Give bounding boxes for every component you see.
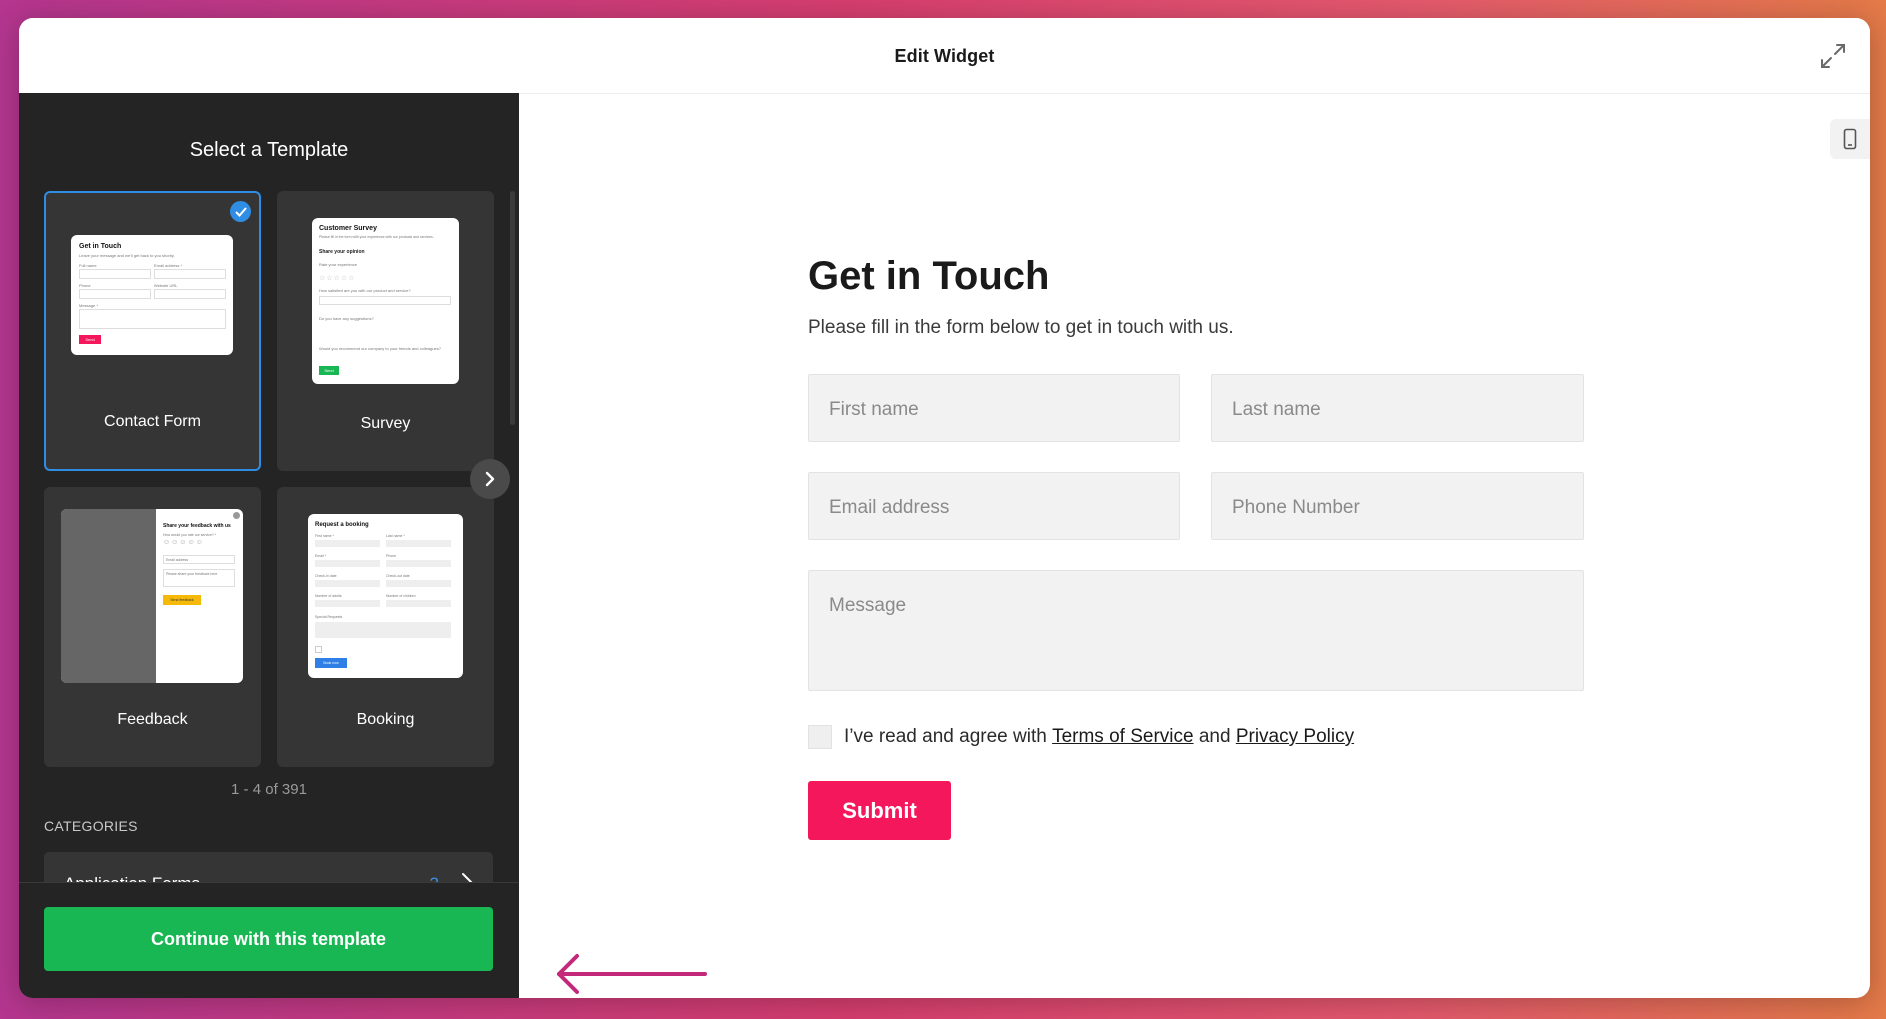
first-name-field[interactable]: First name — [808, 374, 1180, 442]
thumb-title: Customer Survey — [319, 225, 377, 232]
thumb-title: Request a booking — [315, 522, 369, 528]
privacy-policy-link[interactable]: Privacy Policy — [1236, 726, 1354, 748]
chevron-right-icon — [485, 471, 495, 487]
close-icon — [233, 512, 240, 519]
phone-placeholder: Phone Number — [1232, 497, 1360, 518]
template-thumbnail: Customer Survey Please fill in the form … — [312, 218, 459, 384]
template-scrollbar[interactable] — [510, 191, 515, 425]
checkmark-icon — [230, 201, 251, 222]
template-card-booking[interactable]: Request a booking First name * Last name… — [277, 487, 494, 767]
thumb-image — [61, 509, 156, 683]
window-title: Edit Widget — [894, 46, 995, 66]
thumb-field-label: Special Requests — [315, 615, 343, 619]
sidebar-footer: Continue with this template — [19, 882, 519, 998]
form-preview: Get in Touch Please fill in the form bel… — [808, 254, 1584, 339]
thumb-question: Rate your experience — [319, 262, 358, 267]
thumb-question: Do you have any suggestions? — [319, 316, 374, 321]
form-subtitle: Please fill in the form below to get in … — [808, 317, 1234, 338]
thumb-field-label: First name * — [315, 534, 334, 538]
thumb-title: Get in Touch — [79, 243, 122, 250]
email-placeholder: Email address — [829, 497, 950, 518]
thumb-field-label: Number of adults — [315, 594, 342, 598]
thumb-button: Book now — [315, 658, 347, 668]
template-label: Contact Form — [104, 413, 201, 430]
template-card-contact-form[interactable]: Get in Touch Leave your message and we'l… — [44, 191, 261, 471]
thumb-field: Please share your feedback here — [163, 569, 235, 587]
first-name-placeholder: First name — [829, 399, 919, 420]
thumb-field-label: Email address * — [154, 263, 183, 268]
edit-widget-window: Edit Widget Select a Template Get in Tou… — [19, 18, 1870, 998]
terms-checkbox[interactable] — [808, 725, 832, 749]
thumb-button: Send — [319, 366, 339, 375]
thumb-field-label: Phone — [79, 283, 91, 288]
thumb-subtitle: Leave your message and we'll get back to… — [79, 253, 175, 258]
template-thumbnail: Request a booking First name * Last name… — [308, 514, 463, 678]
thumb-field-label: Number of children — [386, 594, 416, 598]
thumb-field-label: Full name — [79, 263, 97, 268]
terms-agreement: I’ve read and agree with Terms of Servic… — [808, 725, 1354, 749]
panel-title: Select a Template — [189, 139, 349, 161]
last-name-placeholder: Last name — [1232, 399, 1321, 420]
agree-and-text: and — [1198, 726, 1231, 747]
expand-icon[interactable] — [1818, 41, 1848, 71]
mobile-device-icon — [1843, 128, 1857, 150]
thumb-question: How satisfied are you with our product a… — [319, 288, 411, 293]
template-thumbnail: Get in Touch Leave your message and we'l… — [71, 235, 233, 355]
email-field[interactable]: Email address — [808, 472, 1180, 540]
thumb-button: Send — [79, 335, 101, 344]
mobile-preview-button[interactable] — [1830, 119, 1870, 159]
submit-button[interactable]: Submit — [808, 781, 951, 840]
thumb-question: How would you rate our service? * — [163, 533, 217, 537]
categories-heading: CATEGORIES — [44, 818, 138, 834]
template-label: Booking — [356, 711, 415, 728]
thumb-field-label: Phone — [386, 554, 397, 558]
last-name-field[interactable]: Last name — [1211, 374, 1584, 442]
pagination-text: 1 - 4 of 391 — [231, 781, 307, 798]
message-placeholder: Message — [829, 595, 907, 616]
agree-text: I’ve read and agree with — [844, 726, 1047, 747]
thumb-field-label: Check-in date — [315, 574, 337, 578]
template-thumbnail: Share your feedback with us How would yo… — [61, 509, 243, 683]
template-card-survey[interactable]: Customer Survey Please fill in the form … — [277, 191, 494, 471]
next-page-button[interactable] — [470, 459, 510, 499]
thumb-field-label: Message * — [79, 303, 98, 308]
form-title: Get in Touch — [808, 254, 1050, 298]
continue-button[interactable]: Continue with this template — [44, 907, 493, 971]
template-sidebar: Select a Template Get in Touch Leave you… — [19, 93, 519, 998]
phone-field[interactable]: Phone Number — [1211, 472, 1584, 540]
arrow-left-icon — [557, 954, 707, 994]
thumb-field-label: Email * — [315, 554, 327, 558]
thumb-field: Email address — [163, 555, 235, 564]
thumb-subtitle: Please fill in the form with your experi… — [319, 235, 434, 239]
template-label: Survey — [360, 415, 411, 432]
thumb-question: Would you recommend our company to your … — [319, 346, 441, 351]
thumb-field-label: Last name * — [386, 534, 405, 538]
template-card-feedback[interactable]: Share your feedback with us How would yo… — [44, 487, 261, 767]
thumb-button: Send feedback — [163, 595, 201, 605]
terms-of-service-link[interactable]: Terms of Service — [1052, 726, 1193, 748]
thumb-title: Share your feedback with us — [163, 523, 231, 529]
message-field[interactable]: Message — [808, 570, 1584, 691]
thumb-section: Share your opinion — [319, 249, 365, 255]
thumb-field-label: Check-out date — [386, 574, 410, 578]
thumb-field-label: Website URL — [154, 283, 178, 288]
template-label: Feedback — [117, 711, 188, 728]
top-bar: Edit Widget — [19, 18, 1870, 94]
